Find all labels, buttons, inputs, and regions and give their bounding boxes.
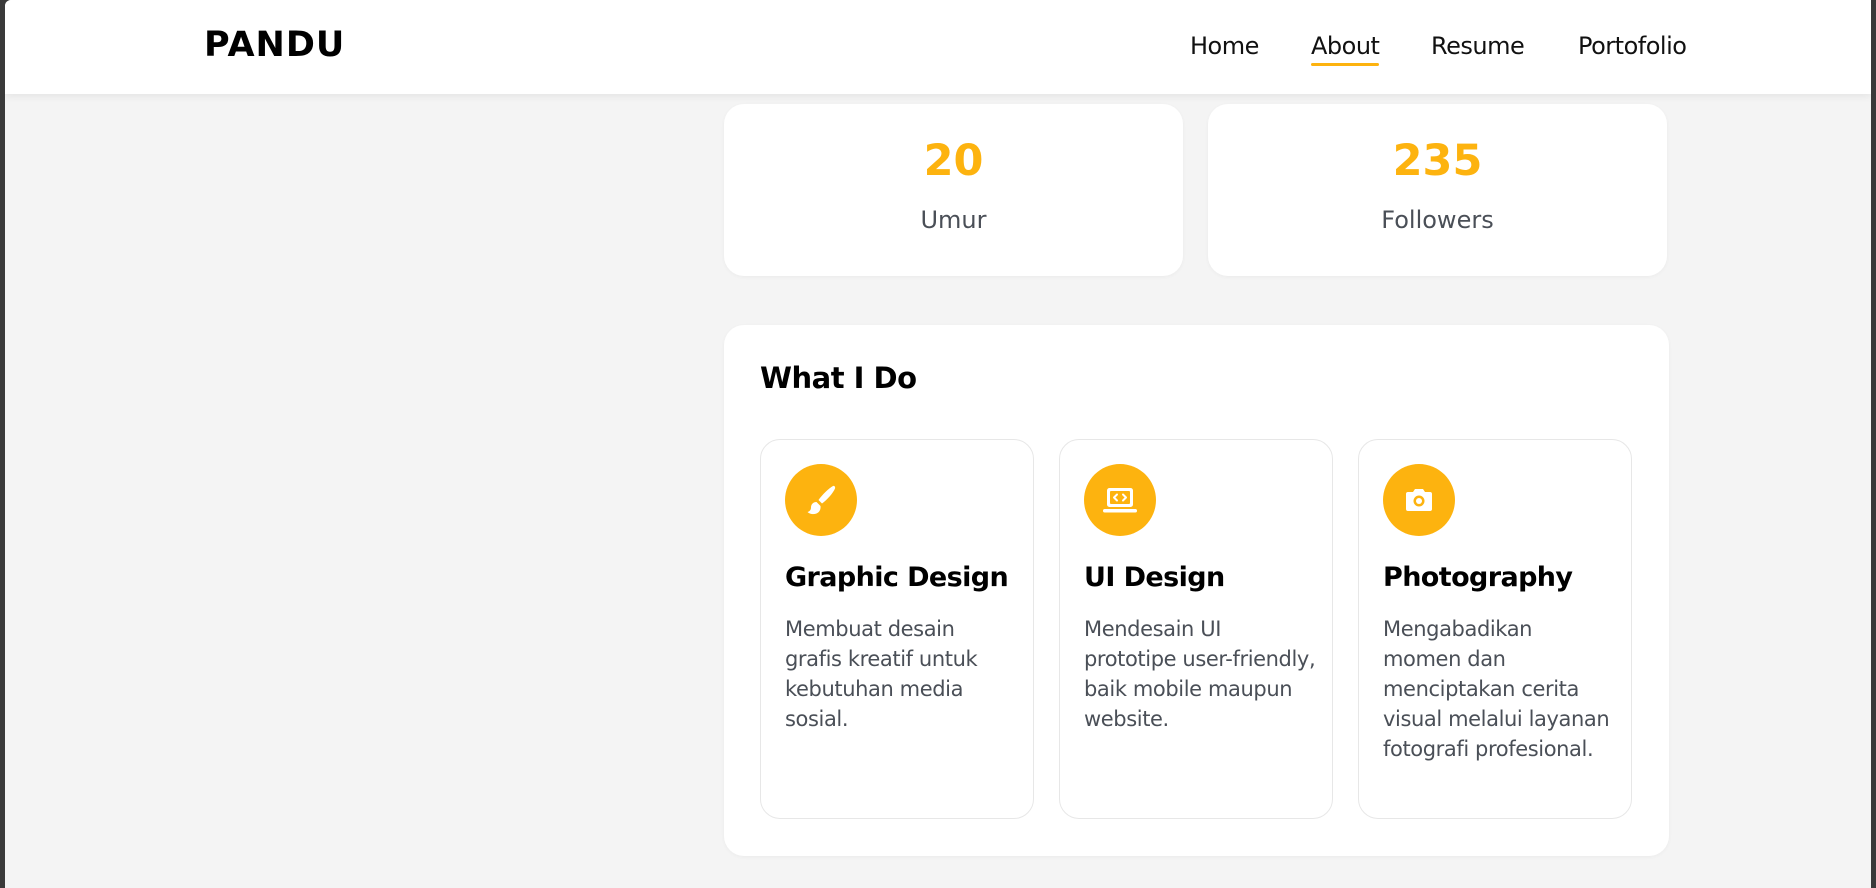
camera-icon: [1383, 464, 1455, 536]
service-card-graphic-design: Graphic Design Membuat desain grafis kre…: [760, 439, 1034, 819]
stat-value: 235: [1392, 136, 1483, 186]
nav-portofolio[interactable]: Portofolio: [1578, 32, 1687, 60]
page: PANDU Home About Resume Portofolio 20 Um…: [5, 0, 1871, 888]
stat-value: 20: [923, 136, 984, 186]
paintbrush-icon: [785, 464, 857, 536]
stat-label: Umur: [920, 206, 987, 234]
brand-logo[interactable]: PANDU: [204, 25, 345, 65]
stat-card-age: 20 Umur: [724, 104, 1183, 276]
nav-home[interactable]: Home: [1190, 32, 1259, 60]
nav-about[interactable]: About: [1311, 32, 1380, 66]
stat-card-followers: 235 Followers: [1208, 104, 1667, 276]
service-card-photography: Photography Mengabadikan momen dan menci…: [1358, 439, 1632, 819]
service-title: Graphic Design: [785, 562, 1009, 593]
section-title: What I Do: [760, 361, 917, 395]
navbar: PANDU Home About Resume Portofolio: [5, 0, 1871, 94]
service-description: Mengabadikan momen dan menciptakan cerit…: [1383, 617, 1610, 761]
stat-label: Followers: [1381, 206, 1494, 234]
nav-resume[interactable]: Resume: [1431, 32, 1525, 60]
service-description: Mendesain UI prototipe user-friendly, ba…: [1084, 617, 1316, 731]
what-i-do-section: What I Do Graphic Design Membuat desain …: [724, 325, 1669, 856]
service-card-ui-design: UI Design Mendesain UI prototipe user-fr…: [1059, 439, 1333, 819]
laptop-code-icon: [1084, 464, 1156, 536]
service-title: Photography: [1383, 562, 1573, 593]
service-description: Membuat desain grafis kreatif untuk kebu…: [785, 617, 978, 731]
service-title: UI Design: [1084, 562, 1225, 593]
